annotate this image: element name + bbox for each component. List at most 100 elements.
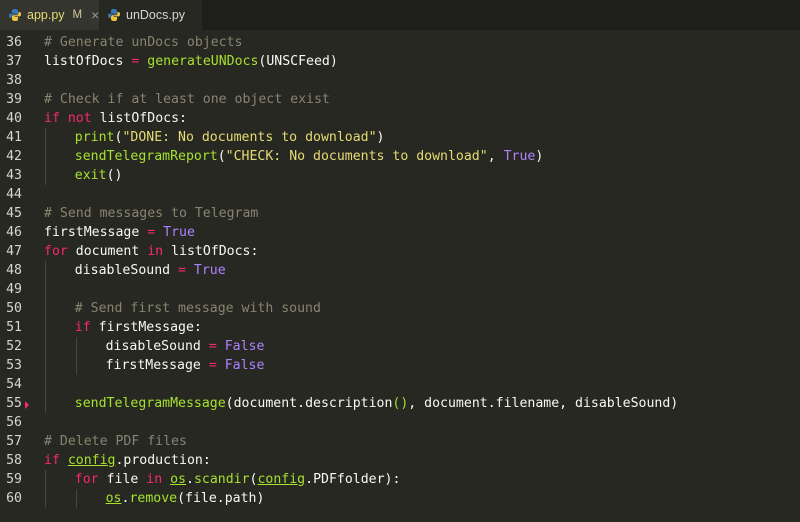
- code-line[interactable]: 37 listOfDocs = generateUNDocs(UNSCFeed): [0, 52, 800, 71]
- code-token: (: [217, 149, 226, 164]
- code-line[interactable]: 55 sendTelegramMessage(document.descripti…: [0, 394, 800, 413]
- code-line[interactable]: 51 if firstMessage:: [0, 318, 800, 337]
- line-number: 46: [6, 225, 22, 240]
- line-number: 36: [6, 35, 22, 50]
- code-line[interactable]: 53 firstMessage = False: [0, 356, 800, 375]
- code-token: listOfDocs:: [91, 111, 187, 126]
- code-line[interactable]: 54: [0, 375, 800, 394]
- code-text: sendTelegramReport("CHECK: No documents …: [75, 147, 544, 166]
- code-token: description: [305, 396, 393, 411]
- code-token: True: [503, 149, 536, 164]
- code-line[interactable]: 39 # Check if at least one object exist: [0, 90, 800, 109]
- indent-guide: [45, 280, 46, 299]
- code-token: =: [178, 263, 186, 278]
- code-token: , document.filename, disableSound): [408, 396, 679, 411]
- indent-guide: [76, 337, 77, 356]
- line-number: 40: [6, 111, 22, 126]
- code-line[interactable]: 40 if not listOfDocs:: [0, 109, 800, 128]
- code-line[interactable]: 42 sendTelegramReport("CHECK: No document…: [0, 147, 800, 166]
- indent-guide: [45, 318, 46, 337]
- code-line[interactable]: 52 disableSound = False: [0, 337, 800, 356]
- code-line[interactable]: 50 # Send first message with sound: [0, 299, 800, 318]
- indent-guide: [45, 375, 46, 394]
- code-token: if: [44, 453, 60, 468]
- code-token: (): [106, 168, 123, 183]
- code-token: listOfDocs:: [163, 244, 259, 259]
- code-token: .: [186, 472, 194, 487]
- code-token: # Send first message with sound: [74, 301, 321, 316]
- code-token: firstMessage: [44, 225, 148, 240]
- code-token: ): [535, 149, 544, 164]
- code-text: # Delete PDF files: [44, 432, 187, 451]
- code-token: disableSound: [74, 263, 179, 278]
- indent-guide: [45, 261, 46, 280]
- code-line[interactable]: 59 for file in os.scandir(config.PDFfolde…: [0, 470, 800, 489]
- code-token: config: [67, 453, 116, 468]
- code-text: firstMessage = True: [44, 223, 195, 242]
- code-token: config: [257, 472, 306, 487]
- line-number: 38: [6, 73, 22, 88]
- line-number: 49: [6, 282, 22, 297]
- code-token: firstMessage: [105, 358, 209, 373]
- line-number: 41: [6, 130, 22, 145]
- line-number: 39: [6, 92, 22, 107]
- code-line[interactable]: 56: [0, 413, 800, 432]
- code-editor[interactable]: 36 # Generate unDocs objects 37 listOfDocs …: [0, 30, 800, 522]
- code-token: in: [146, 472, 163, 487]
- tab-app-py[interactable]: app.py M ×: [0, 0, 99, 30]
- code-line[interactable]: 57 # Delete PDF files: [0, 432, 800, 451]
- indent-guide: [45, 489, 46, 508]
- line-number: 56: [6, 415, 22, 430]
- code-line[interactable]: 60 os.remove(file.path): [0, 489, 800, 508]
- code-line[interactable]: 38: [0, 71, 800, 90]
- code-token: .PDFfolder):: [305, 472, 401, 487]
- code-line[interactable]: 44: [0, 185, 800, 204]
- code-token: disableSound: [105, 339, 209, 354]
- code-line[interactable]: 49: [0, 280, 800, 299]
- code-token: "CHECK: No documents to download": [225, 149, 488, 164]
- code-text: if config.production:: [44, 451, 211, 470]
- code-token: # Send messages to Telegram: [44, 206, 259, 221]
- code-token: exit: [74, 168, 107, 183]
- code-line[interactable]: 48 disableSound = True: [0, 261, 800, 280]
- code-text: for file in os.scandir(config.PDFfolder)…: [75, 470, 401, 489]
- code-line[interactable]: 43 exit(): [0, 166, 800, 185]
- code-text: if firstMessage:: [75, 318, 202, 337]
- code-line[interactable]: 41 print("DONE: No documents to download"…: [0, 128, 800, 147]
- code-token: sendTelegramMessage: [74, 396, 226, 411]
- tab-undocs-py[interactable]: unDocs.py: [99, 0, 202, 30]
- line-number: 57: [6, 434, 22, 449]
- code-token: ,: [487, 149, 504, 164]
- code-token: # Check if at least one object exist: [44, 92, 330, 107]
- code-text: if not listOfDocs:: [44, 109, 187, 128]
- tab-label: app.py: [27, 8, 65, 22]
- code-token: (UNSCFeed): [258, 54, 338, 69]
- code-token: False: [224, 358, 265, 373]
- line-number: 44: [6, 187, 22, 202]
- code-token: file: [98, 472, 147, 487]
- code-line[interactable]: 45 # Send messages to Telegram: [0, 204, 800, 223]
- code-token: True: [193, 263, 226, 278]
- code-line[interactable]: 58 if config.production:: [0, 451, 800, 470]
- indent-guide: [45, 299, 46, 318]
- code-text: sendTelegramMessage(document.description…: [75, 394, 678, 413]
- code-text: exit(): [75, 166, 123, 185]
- line-number: 59: [6, 472, 22, 487]
- code-token: generateUNDocs: [147, 54, 259, 69]
- line-number: 52: [6, 339, 22, 354]
- code-line[interactable]: 46 firstMessage = True: [0, 223, 800, 242]
- code-line[interactable]: 47 for document in listOfDocs:: [0, 242, 800, 261]
- code-line[interactable]: 36 # Generate unDocs objects: [0, 33, 800, 52]
- code-text: firstMessage = False: [106, 356, 265, 375]
- code-token: if: [74, 320, 91, 335]
- code-text: # Send messages to Telegram: [44, 204, 258, 223]
- code-token: True: [163, 225, 195, 240]
- line-number: 42: [6, 149, 22, 164]
- git-change-marker: [25, 401, 29, 409]
- indent-guide: [76, 489, 77, 508]
